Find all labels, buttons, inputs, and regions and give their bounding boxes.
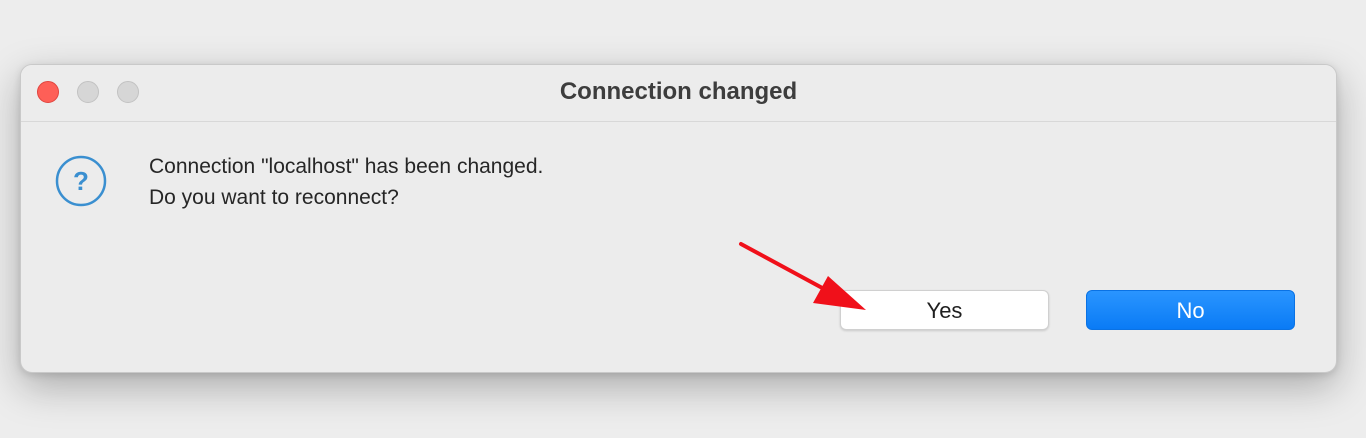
no-button[interactable]: No bbox=[1086, 290, 1295, 330]
title-bar[interactable]: Connection changed bbox=[21, 65, 1336, 122]
dialog-message: Connection "localhost" has been changed.… bbox=[149, 151, 543, 213]
message-line-2: Do you want to reconnect? bbox=[149, 186, 399, 209]
message-line-1: Connection "localhost" has been changed. bbox=[149, 155, 544, 178]
yes-button[interactable]: Yes bbox=[840, 290, 1049, 330]
question-icon: ? bbox=[55, 155, 107, 207]
connection-changed-dialog: Connection changed ? Connection "localho… bbox=[20, 64, 1337, 373]
window-title: Connection changed bbox=[559, 78, 798, 105]
svg-text:?: ? bbox=[73, 166, 89, 196]
